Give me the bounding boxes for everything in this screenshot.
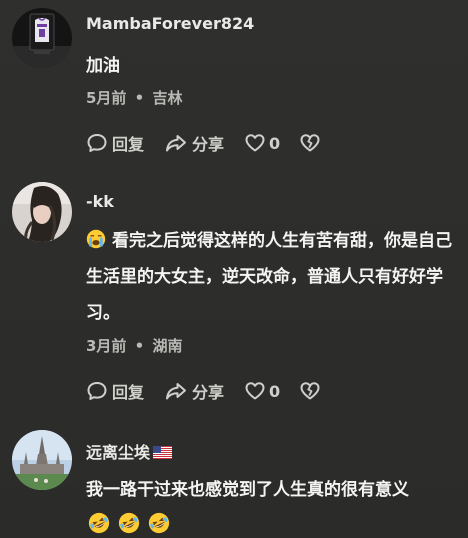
reply-button[interactable]: 回复: [86, 131, 144, 155]
username-text: 远离尘埃: [86, 443, 151, 462]
comment-item: MambaForever824 加油 5月前 • 吉林 回复 分享 0: [0, 0, 468, 170]
avatar[interactable]: [12, 8, 72, 68]
rolling-on-floor-laughing-emoji: [148, 512, 170, 534]
comment-meta: 3月前 • 湖南: [86, 335, 183, 356]
comment-body: 加油: [86, 56, 120, 76]
comment-actions: 回复 分享 0: [86, 380, 321, 402]
comment-bubble-icon: [86, 132, 108, 154]
reply-button[interactable]: 回复: [86, 379, 144, 403]
like-button[interactable]: 0: [244, 380, 280, 402]
comment-meta: 5月前 • 吉林: [86, 87, 183, 108]
username[interactable]: 远离尘埃: [86, 439, 173, 463]
comment-actions: 回复 分享 0: [86, 132, 321, 154]
comment-text: 我一路干过来也感觉到了人生真的很有意义: [86, 472, 458, 508]
avatar[interactable]: [12, 182, 72, 242]
reply-label: 回复: [112, 383, 145, 402]
share-arrow-icon: [164, 132, 188, 154]
rolling-on-floor-laughing-emoji: [118, 512, 140, 534]
comment-text: 加油: [86, 48, 458, 84]
rolling-on-floor-laughing-emoji: [88, 512, 110, 534]
username[interactable]: MambaForever824: [86, 14, 254, 33]
like-button[interactable]: 0: [244, 132, 280, 154]
dislike-button[interactable]: [299, 132, 321, 154]
emoji-row: [88, 512, 178, 534]
comment-time: 3月前: [86, 337, 127, 355]
like-count: 0: [269, 381, 281, 401]
meta-separator: •: [134, 89, 145, 107]
comment-body: 我一路干过来也感觉到了人生真的很有意义: [86, 480, 409, 500]
us-flag-icon: [153, 446, 173, 459]
username[interactable]: -kk: [86, 192, 114, 211]
share-button[interactable]: 分享: [164, 131, 224, 155]
share-label: 分享: [192, 135, 225, 154]
meta-separator: •: [134, 337, 145, 355]
share-button[interactable]: 分享: [164, 379, 224, 403]
comment-text: 看完之后觉得这样的人生有苦有甜，你是自己生活里的大女主，逆天改命，普通人只有好好…: [86, 223, 458, 331]
heart-outline-icon: [244, 132, 266, 154]
loudly-crying-face-emoji: [86, 229, 106, 249]
comment-item: -kk 看完之后觉得这样的人生有苦有甜，你是自己生活里的大女主，逆天改命，普通人…: [0, 170, 468, 420]
comment-location: 湖南: [152, 337, 183, 355]
like-count: 0: [269, 133, 281, 153]
reply-label: 回复: [112, 135, 145, 154]
heart-outline-icon: [244, 380, 266, 402]
comment-bubble-icon: [86, 380, 108, 402]
share-label: 分享: [192, 383, 225, 402]
share-arrow-icon: [164, 380, 188, 402]
avatar[interactable]: [12, 430, 72, 490]
comment-body: 看完之后觉得这样的人生有苦有甜，你是自己生活里的大女主，逆天改命，普通人只有好好…: [86, 231, 452, 323]
broken-heart-icon: [299, 380, 321, 402]
comment-location: 吉林: [152, 89, 183, 107]
broken-heart-icon: [299, 132, 321, 154]
comment-item: 远离尘埃 我一路干过来也感觉到了人生真的很有意义: [0, 420, 468, 538]
dislike-button[interactable]: [299, 380, 321, 402]
comment-time: 5月前: [86, 89, 127, 107]
